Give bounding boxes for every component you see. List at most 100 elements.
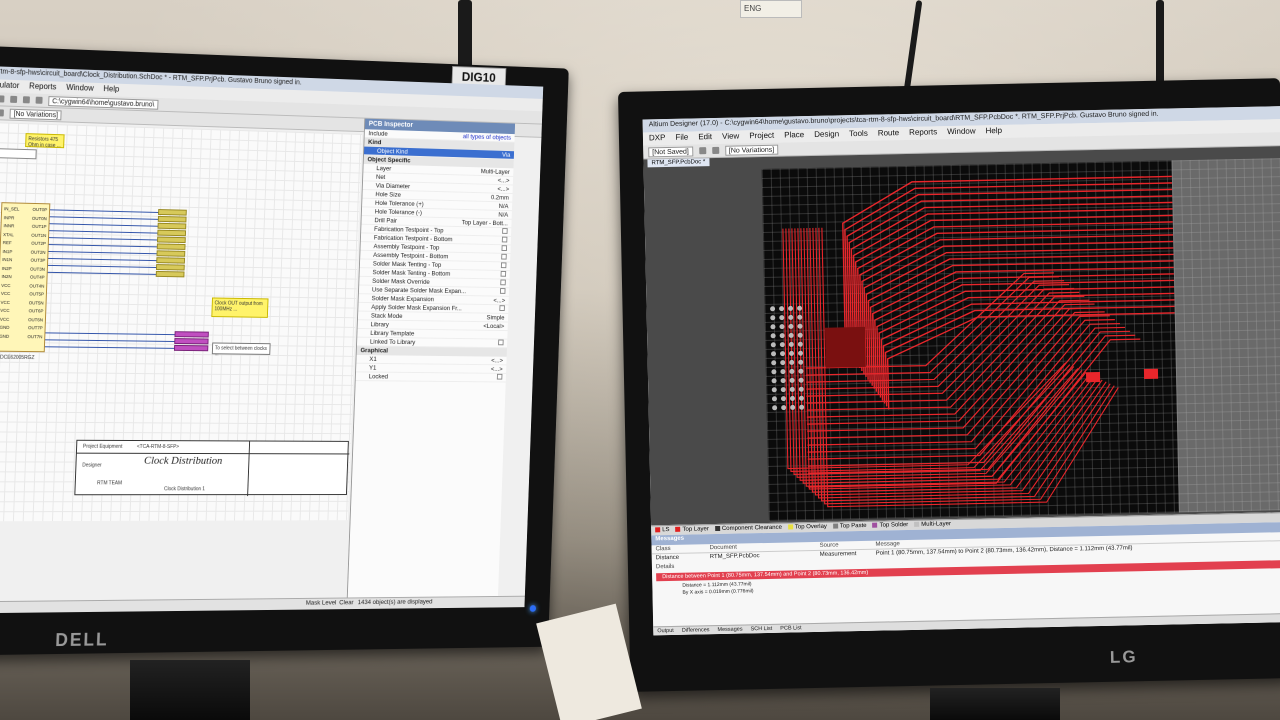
photo-scene: ENG DIG10 ...s-rtm-8-sfp-hws\circuit_boa…: [0, 0, 1280, 720]
inspector-checkbox[interactable]: [502, 228, 508, 234]
via: [781, 405, 787, 411]
inspector-checkbox[interactable]: [496, 373, 503, 380]
layer-tab[interactable]: Top Overlay: [787, 524, 827, 531]
menu-item[interactable]: Help: [985, 126, 1002, 137]
layer-tab[interactable]: Top Solder: [872, 522, 908, 529]
inspector-checkbox[interactable]: [499, 288, 506, 294]
layer-swatch: [675, 527, 681, 533]
chip-pin: OUT7N: [27, 333, 43, 339]
layer-tab[interactable]: LS: [655, 527, 670, 534]
variations-select[interactable]: [No Variations]: [9, 108, 63, 120]
layer-tab[interactable]: Multi-Layer: [914, 522, 951, 529]
note-text: Resistors 475 Ohm in case ...: [27, 136, 61, 150]
tb-designer: Designer: [82, 462, 102, 469]
chip-pin: IN2N: [1, 273, 12, 280]
menu-item[interactable]: Reports: [29, 82, 57, 94]
inspector-key: Drill Pair: [374, 217, 398, 225]
layer-tab[interactable]: Top Layer: [675, 527, 709, 534]
inspector-checkbox[interactable]: [500, 270, 507, 277]
menu-item[interactable]: Tools: [849, 129, 868, 140]
wire: [45, 332, 175, 336]
tb-divider: [247, 441, 251, 497]
via: [780, 369, 786, 375]
inspector-checkbox[interactable]: [501, 245, 508, 252]
via: [770, 342, 776, 348]
via-icon[interactable]: [711, 146, 719, 155]
panel-tab[interactable]: PCB List: [780, 625, 802, 631]
layer-tab[interactable]: Top Paste: [832, 523, 867, 530]
chip-pin: OUT3P: [30, 257, 46, 263]
object-count: 1434 object(s) are displayed: [357, 598, 433, 607]
menu-item[interactable]: File: [675, 133, 688, 144]
mask-level-button[interactable]: Mask Level: [306, 600, 337, 607]
pcb-editor[interactable]: RTM_SFP.PcbDoc *: [643, 146, 1280, 526]
menu-item[interactable]: View: [722, 131, 739, 142]
bus-icon[interactable]: [22, 96, 30, 104]
inspector-value: <Local>: [483, 323, 505, 331]
inspector-value: 0.2mm: [490, 194, 509, 202]
layer-swatch: [787, 524, 793, 530]
inspector-key: Assembly Testpoint - Top: [373, 243, 440, 252]
wall-note-text: ENG: [744, 4, 762, 13]
doc-tab[interactable]: RTM_SFP.PcbDoc *: [647, 158, 710, 168]
messages-column: Source: [819, 542, 839, 549]
inspector-checkbox[interactable]: [498, 339, 504, 346]
menu-item[interactable]: Place: [784, 130, 804, 141]
inspector-checkbox[interactable]: [501, 236, 508, 243]
inspector-value: Simple: [486, 314, 505, 322]
chip-input-pins: IN_SEL INPR INNR XTAL REF IN1P IN1N IN2P IN2N VCC…: [0, 205, 19, 341]
path-field[interactable]: C:\cygwin64\home\gustavo.bruno\: [48, 95, 159, 110]
schematic-canvas[interactable]: Resistors 475 Ohm in case ... IN_SEL INPR…: [0, 121, 362, 522]
pcb-board[interactable]: [761, 160, 1215, 521]
inspector-key: Hole Tolerance (-): [374, 208, 423, 217]
clock-chip[interactable]: IN_SEL INPR INNR XTAL REF IN1P IN1N IN2P IN2N VCC…: [0, 202, 51, 353]
via: [790, 404, 796, 410]
clear-button[interactable]: Clear: [339, 599, 354, 606]
layer-name: Top Paste: [839, 523, 867, 530]
wire: [49, 237, 158, 241]
chip-label: CDCE62005RGZ: [0, 354, 35, 362]
menu-item[interactable]: Design: [814, 129, 839, 141]
inspector-row[interactable]: Locked: [355, 372, 507, 383]
menu-item[interactable]: Window: [947, 127, 976, 139]
menu-item[interactable]: Route: [878, 128, 900, 139]
via: [779, 333, 785, 339]
panel-tab[interactable]: SCH List: [751, 626, 773, 632]
layer-tab[interactable]: Component Clearance: [714, 525, 782, 532]
chip-pin: OUT5P: [29, 291, 45, 297]
menu-item[interactable]: DXP: [649, 133, 666, 144]
inspector-checkbox[interactable]: [501, 253, 507, 260]
via: [798, 395, 804, 401]
wire: [49, 223, 158, 227]
net-label: [157, 215, 187, 223]
wire-icon[interactable]: [10, 95, 18, 103]
via: [788, 332, 794, 338]
variations-select[interactable]: [No Variations]: [724, 144, 779, 156]
menu-item[interactable]: Project: [749, 131, 774, 143]
part-icon[interactable]: [35, 96, 43, 104]
inspector-key: Solder Mask Override: [372, 278, 430, 286]
inspector-key: Hole Size: [375, 191, 402, 199]
inspector-checkbox[interactable]: [499, 305, 505, 312]
include-link[interactable]: all types of objects: [463, 132, 511, 141]
tb-project-value: <TCA-RTM-8-SFP>: [136, 443, 180, 451]
inspector-checkbox[interactable]: [500, 262, 507, 269]
via: [770, 324, 776, 330]
net-label: [156, 236, 186, 244]
inspector-checkbox[interactable]: [500, 279, 506, 286]
message-cell: Distance: [655, 554, 680, 562]
panel-tab[interactable]: Messages: [717, 627, 742, 634]
menu-item[interactable]: Reports: [909, 127, 937, 139]
panel-tab[interactable]: Differences: [682, 627, 710, 634]
redo-icon[interactable]: [0, 95, 5, 103]
route-icon[interactable]: [698, 147, 706, 155]
inspector-value: Multi-Layer: [480, 168, 510, 176]
menu-item[interactable]: Edit: [698, 132, 712, 143]
right-screen: Altium Designer (17.0) - C:\cygwin64\hom…: [642, 106, 1280, 636]
smd-pad: [1143, 368, 1159, 380]
select-icon[interactable]: [0, 109, 4, 117]
menu-item[interactable]: Help: [103, 84, 119, 95]
menu-item[interactable]: Window: [66, 83, 94, 95]
panel-tab[interactable]: Output: [657, 628, 674, 634]
menu-item[interactable]: Simulator: [0, 80, 20, 92]
